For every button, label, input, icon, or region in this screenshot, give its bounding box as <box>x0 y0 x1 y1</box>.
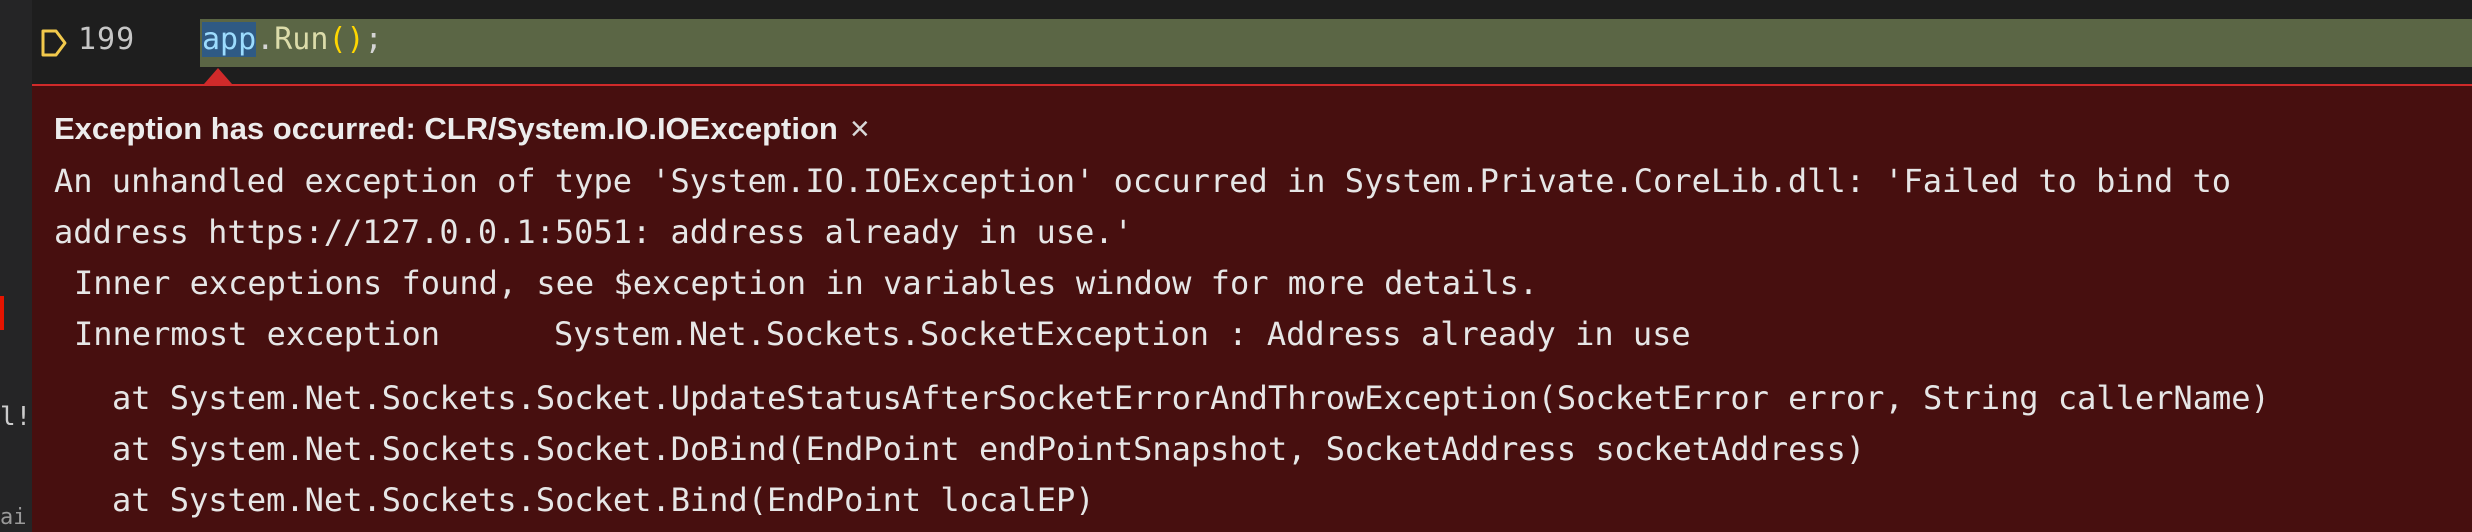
exception-widget: Exception has occurred: CLR/System.IO.IO… <box>32 84 2472 532</box>
debug-stop-arrow-icon[interactable] <box>40 28 68 58</box>
gutter-fragment: ai <box>0 505 27 530</box>
gutter-error-marker <box>0 296 4 330</box>
exception-message-line: address https://127.0.0.1:5051: address … <box>54 213 1133 251</box>
innermost-exception-label: Innermost exception <box>74 315 441 353</box>
stack-trace-line: at System.Net.Sockets.Socket.DoBind(EndP… <box>112 430 1866 468</box>
gutter-fragment: l! <box>0 402 30 432</box>
code-token-method: Run <box>274 22 329 57</box>
exception-title: Exception has occurred: CLR/System.IO.IO… <box>54 111 838 146</box>
stack-trace-line: at System.Net.Sockets.Socket.Bind(EndPoi… <box>112 481 1095 519</box>
current-line-highlight <box>200 19 2472 67</box>
exception-title-row: Exception has occurred: CLR/System.IO.IO… <box>54 110 870 149</box>
code-token-dot: . <box>256 22 275 57</box>
code-token-object: app <box>202 22 257 57</box>
innermost-exception-row: Innermost exception System.Net.Sockets.So… <box>74 315 1691 353</box>
inner-exceptions-note: Inner exceptions found, see $exception i… <box>74 264 1539 302</box>
close-icon[interactable]: × <box>850 110 870 149</box>
exception-message-line: An unhandled exception of type 'System.I… <box>54 162 2232 200</box>
current-code-line[interactable]: 199 app.Run(); <box>32 8 2472 68</box>
line-number: 199 <box>78 22 136 57</box>
code-token-semicolon: ; <box>364 22 383 57</box>
stack-trace-line: at System.Net.Sockets.Socket.UpdateStatu… <box>112 379 2270 417</box>
exception-widget-pointer <box>204 68 232 84</box>
code-text[interactable]: app.Run(); <box>202 22 383 57</box>
code-token-parens: () <box>328 22 365 57</box>
editor-gutter-strip <box>0 0 32 532</box>
innermost-exception-value: System.Net.Sockets.SocketException : Add… <box>554 315 1691 353</box>
